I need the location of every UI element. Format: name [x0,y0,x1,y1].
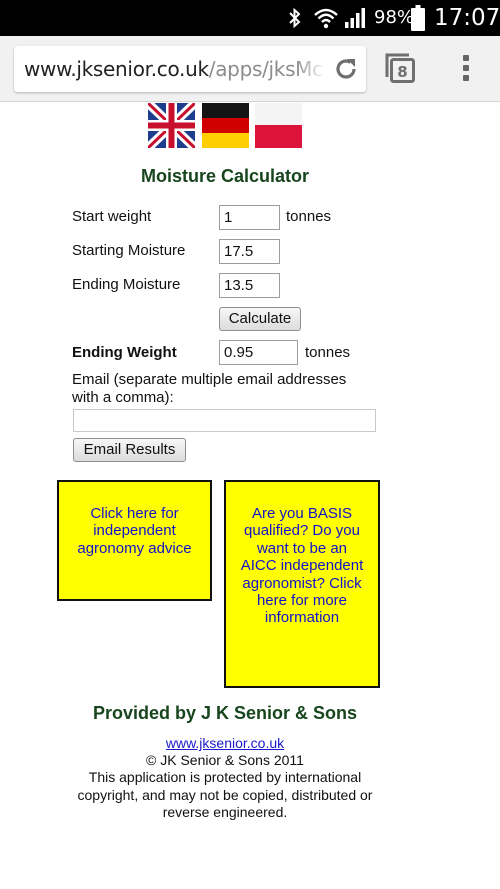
starting-moisture-input[interactable]: 17.5 [219,239,280,264]
starting-moisture-label: Starting Moisture [72,242,186,259]
page-content: Moisture Calculator Start weight 1 tonne… [0,103,500,889]
calculate-button[interactable]: Calculate [219,307,301,331]
email-input[interactable] [73,409,376,432]
agronomy-advice-box[interactable]: Click here for independent agronomy advi… [57,480,212,601]
website-link[interactable]: www.jksenior.co.uk [166,735,284,751]
language-flags [148,103,308,148]
wifi-icon [312,0,340,36]
email-results-button[interactable]: Email Results [73,438,186,462]
tabs-icon[interactable]: 8 [384,52,416,84]
url-host: www.jksenior.co.uk [24,57,209,81]
agronomy-advice-link[interactable]: Click here for independent agronomy advi… [69,505,200,599]
url-text[interactable]: www.jksenior.co.uk/apps/jksMc [24,46,323,92]
ending-weight-label: Ending Weight [72,344,177,361]
menu-dot [463,75,469,81]
basis-info-link[interactable]: Are you BASIS qualified? Do you want to … [238,505,366,686]
menu-icon[interactable] [452,51,480,85]
bluetooth-icon [282,0,308,36]
provided-by: Provided by J K Senior & Sons [92,703,358,723]
tab-count: 8 [397,63,407,81]
menu-dot [463,65,469,71]
status-bar: 98% 17:07 [0,0,500,36]
copyright: © JK Senior & Sons 2011 [146,752,304,768]
start-weight-unit: tonnes [286,208,332,225]
menu-dot [463,55,469,61]
ending-weight-input[interactable]: 0.95 [219,340,298,365]
ending-moisture-label: Ending Moisture [72,276,181,293]
start-weight-input[interactable]: 1 [219,205,280,230]
browser-toolbar: www.jksenior.co.uk/apps/jksMc 8 [0,36,500,102]
clock: 17:07 [434,5,500,31]
reload-icon[interactable] [332,55,360,83]
footer-link-row: www.jksenior.co.uk [0,735,450,753]
basis-info-box[interactable]: Are you BASIS qualified? Do you want to … [224,480,380,688]
url-fade [296,46,326,92]
start-weight-label: Start weight [72,208,152,225]
disclaimer: This application is protected by interna… [77,769,373,820]
ending-weight-unit: tonnes [305,344,351,361]
address-bar[interactable]: www.jksenior.co.uk/apps/jksMc [14,46,366,92]
signal-icon [342,0,368,36]
email-label: Email (separate multiple email addresses… [72,371,347,406]
ending-moisture-input[interactable]: 13.5 [219,273,280,298]
battery-icon [408,0,428,36]
uk-flag[interactable] [148,103,195,148]
page-title: Moisture Calculator [140,166,310,186]
german-flag[interactable] [202,103,249,148]
polish-flag[interactable] [255,103,302,148]
